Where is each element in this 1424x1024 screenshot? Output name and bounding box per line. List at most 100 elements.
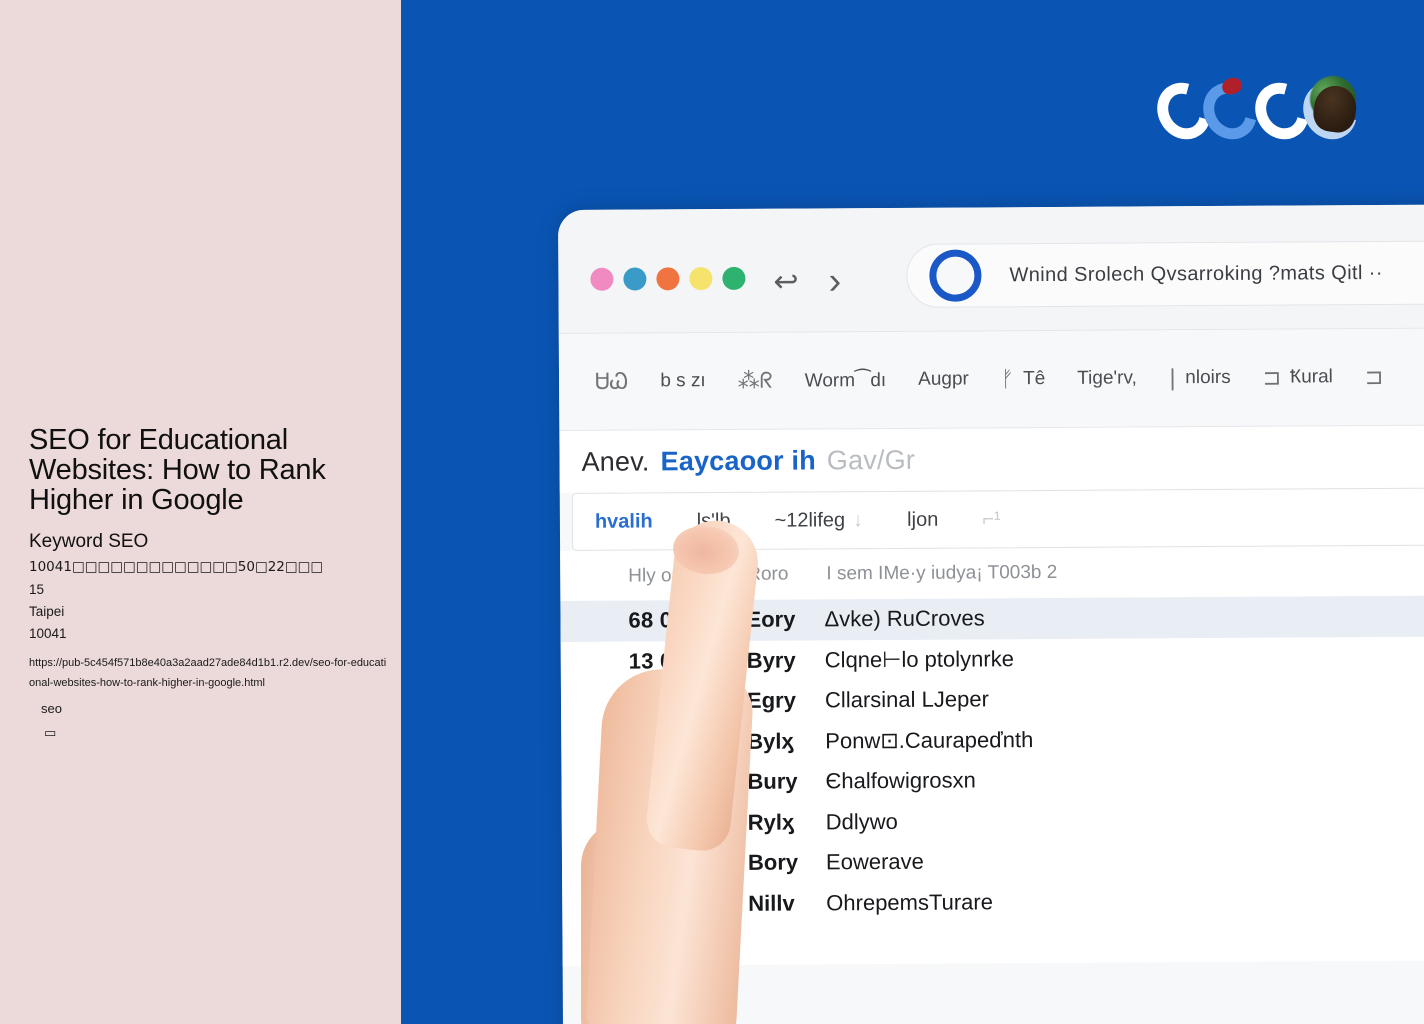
cell-volume: 32 00Ƙ ▸: [629, 850, 718, 876]
table-row[interactable]: 8Ƈ 00Ƙ ▸: [562, 919, 1424, 965]
cell-difficulty: Eory: [746, 606, 796, 633]
dot-pink[interactable]: [590, 267, 614, 291]
toolbar-item-augpr[interactable]: Auɡpr: [902, 368, 985, 391]
column-header-keyword: I sem IMe·y iudya¡ T003b 2: [826, 561, 1058, 585]
volume-trend-arrow-icon: ▸: [703, 735, 717, 753]
toolbar-item-nloirs[interactable]: | nloirs: [1153, 365, 1247, 391]
filter-tab-12lifeg-icon: ↓: [853, 508, 864, 531]
volume-trend-arrow-icon: ▸: [703, 816, 717, 834]
toolbar-item-augpr-label: Auɡpr: [918, 368, 969, 390]
filter-tab-hvalih[interactable]: hvalih: [573, 510, 675, 534]
volume-trend-arrow-icon: ▸: [704, 857, 718, 875]
dot-orange[interactable]: [656, 267, 680, 291]
forward-chevron-icon[interactable]: ›: [828, 260, 841, 303]
cell-difficulty: Egry: [746, 687, 796, 714]
table-row[interactable]: 17 00Ʉ ▸ Rylӽ Ddlywo: [562, 798, 1424, 844]
toolbar-item-te-icon: ᚠ: [1000, 366, 1015, 392]
meta-postal-line: 10041: [29, 626, 67, 641]
toolbar-item-nloirs-label: nloirs: [1185, 366, 1231, 389]
toolbar-item-tigerv[interactable]: Tige'rv,: [1061, 367, 1153, 390]
cell-volume: ȝ2 00Ƙ ▸: [629, 769, 716, 795]
address-bar[interactable]: Wnind Srolech Qvsarroking ?mats Qitl ··: [906, 239, 1424, 308]
toolbar-item-klral-label: Ҟural: [1290, 366, 1333, 388]
dot-green[interactable]: [722, 266, 746, 290]
cell-volume: 8Ƈ 00Ƙ ▸: [630, 931, 722, 957]
toolbar-item-end[interactable]: ⊐: [1349, 364, 1400, 389]
cell-volume: 17 00Ʉ ▸: [629, 809, 717, 836]
cell-keyword: Clqne⊢lo ptolynrke: [824, 645, 1014, 673]
filter-tab-12lifeg-label: ~12lifeg: [774, 508, 846, 532]
page-heading-part-a: Anev.: [581, 445, 650, 477]
cell-volume: S0 00Ƙ ▸: [630, 890, 720, 917]
cell-keyword: Ponw⊡.Caurapeďnth: [825, 726, 1034, 754]
column-header-difficulty: Roro: [747, 563, 789, 585]
dot-yellow[interactable]: [689, 267, 713, 291]
app-toolbar: ᏌᏇ b s zı ⁂ᖇ Worm⁀dı Auɡpr ᚠ Tê Tige'rv, | nloirs…: [558, 328, 1424, 431]
page-heading-part-b: Eaycaoor ih: [660, 444, 816, 476]
filter-tab-cart-icon: ⌐¹: [982, 507, 1001, 530]
toolbar-item-logo-icon: ᏌᏇ: [594, 369, 629, 395]
column-header-volume: Hly oun⊥: [628, 564, 710, 587]
meta-number-line: 15: [29, 582, 45, 597]
cell-volume: 8I 00Ƙ ▸: [628, 688, 710, 714]
cell-keyword: Cllarsinal LJeper: [824, 686, 989, 713]
dot-blue[interactable]: [623, 267, 647, 291]
cell-difficulty: Nillv: [748, 890, 795, 916]
cell-keyword: Eowerave: [825, 849, 924, 875]
toolbar-item-klral[interactable]: ⊐ Ҟural: [1247, 365, 1349, 391]
filter-tab-lslb-label: ls'lb: [696, 509, 731, 532]
volume-trend-arrow-icon: ▸: [696, 695, 710, 713]
filter-tab-12lifeg[interactable]: ~12lifeg ↓: [752, 509, 885, 533]
cell-keyword: Δvke) RuCroves: [824, 605, 985, 632]
toolbar-item-scatter[interactable]: ⁂ᖇ: [722, 368, 789, 393]
cell-difficulty: Bory: [747, 849, 799, 876]
toolbar-item-scatter-icon: ⁂ᖇ: [737, 368, 773, 394]
volume-trend-arrow-icon: ▸: [706, 897, 720, 915]
toolbar-item-bszi[interactable]: b s zı: [644, 370, 722, 392]
blue-stage-background: ↩ › Wnind Srolech Qvsarroking ?mats Qitl…: [401, 0, 1424, 1024]
cell-keyword: Єhalfowigrosxn: [825, 767, 976, 794]
filter-tab-bar: hvalihls'lb~12lifeg↓ljon⌐¹TʋExcíetonı⌄: [571, 487, 1424, 551]
toolbar-item-logo[interactable]: ᏌᏇ: [579, 369, 644, 394]
filter-tab-ljon-label: ljon: [907, 508, 939, 531]
table-row[interactable]: 8I 00Ƙ ▸ Egry Cllarsinal LJeper: [561, 676, 1424, 722]
back-icon[interactable]: ↩: [773, 265, 798, 300]
volume-trend-arrow-icon: ▸: [708, 938, 722, 956]
meta-block: SEO for Educational Websites: How to Ran…: [29, 425, 389, 693]
cell-keyword: Ddlywo: [825, 808, 898, 835]
toolbar-item-wormdi[interactable]: Worm⁀dı: [789, 368, 903, 392]
seo-tag-glyph-icon: ▭: [44, 726, 57, 741]
meta-url[interactable]: https://pub-5c454f571b8e40a3a2aad27ade84…: [29, 653, 387, 693]
cell-keyword: OhrepemsTurare: [826, 889, 993, 916]
table-row[interactable]: ȝ2 00Ƙ ▸ Bury Єhalfowigrosxn: [561, 757, 1424, 803]
address-bar-text[interactable]: Wnind Srolech Qvsarroking ?mats Qitl ··: [1009, 261, 1383, 286]
filter-tab-lslb[interactable]: ls'lb: [675, 509, 753, 532]
table-column-headers: Hly oun⊥ Roro I sem IMe·y iudya¡ T003b 2: [560, 545, 1424, 601]
toolbar-item-klral-icon: ⊐: [1262, 365, 1282, 391]
filter-tab-cart[interactable]: ⌐¹: [960, 508, 1022, 531]
cell-difficulty: Byry: [746, 647, 796, 673]
filter-tab-ljon[interactable]: ljon: [885, 508, 960, 531]
cell-difficulty: Rylӽ: [747, 809, 795, 835]
table-row[interactable]: 80 00Ƙ ▸ Bylӽ Ponw⊡.Caurapeďnth: [561, 717, 1424, 763]
table-row[interactable]: 32 00Ƙ ▸ Bory Eowerave: [562, 838, 1424, 884]
page-title: SEO for Educational Websites: How to Ran…: [29, 424, 326, 516]
cell-volume: 80 00Ƙ ▸: [629, 728, 717, 755]
page-heading-part-c: Gav/Gr: [826, 444, 916, 475]
table-row[interactable]: 13 00Ƙ ↦ Byry Clqne⊢lo ptolynrke: [561, 636, 1424, 682]
toolbar-item-te-label: Tê: [1022, 368, 1046, 390]
brand-logo: [1146, 72, 1368, 152]
toolbar-item-te[interactable]: ᚠ Tê: [985, 366, 1062, 392]
page-heading: Anev. Eaycaoor ih Gav/Gr: [559, 425, 1424, 493]
browser-nav-controls: ↩ ›: [773, 260, 841, 303]
window-control-dots[interactable]: [590, 266, 746, 291]
cell-difficulty: Bylӽ: [747, 728, 794, 754]
cell-difficulty: Bury: [747, 768, 798, 795]
volume-trend-arrow-icon: ▸: [702, 614, 716, 632]
meta-address-line: 10041□□□□□□□□□□□□□50□22□□□: [29, 559, 324, 575]
table-row[interactable]: S0 00Ƙ ▸ Nillv OhrepemsTurare: [562, 879, 1424, 925]
keyword-table-body: 68 00Ƙ ▸ Eory Δvke) RuCroves 13 00Ƙ ↦ Byry Cl…: [560, 595, 1424, 966]
toolbar-item-nloirs-icon: |: [1168, 365, 1177, 391]
toolbar-item-end-icon: ⊐: [1364, 364, 1384, 390]
table-row[interactable]: 68 00Ƙ ▸ Eory Δvke) RuCroves: [560, 595, 1424, 642]
